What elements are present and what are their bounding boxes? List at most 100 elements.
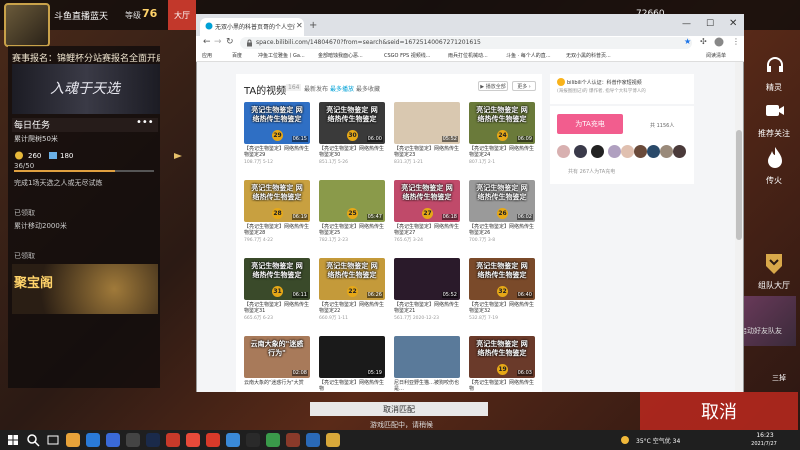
fan-avatar[interactable] bbox=[557, 145, 570, 158]
fan-avatar[interactable] bbox=[673, 145, 686, 158]
camera-icon[interactable] bbox=[764, 100, 786, 122]
app-icon[interactable] bbox=[246, 433, 260, 447]
play-all-button[interactable]: ▶ 播放全部 bbox=[478, 81, 508, 91]
video-thumbnail[interactable]: 亮记生物鉴定 网络热传生物鉴定 32 06:40 bbox=[469, 258, 535, 300]
video-thumbnail[interactable]: 亮记生物鉴定 网络热传生物鉴定 19 06:03 bbox=[469, 336, 535, 378]
forward-icon[interactable]: → bbox=[214, 37, 222, 47]
charge-button[interactable]: 为TA充电 bbox=[557, 114, 623, 134]
video-title[interactable]: 云南大象的"迷惑行为"大赏 bbox=[244, 380, 310, 386]
fan-avatar[interactable] bbox=[621, 145, 634, 158]
video-thumbnail[interactable]: 亮记生物鉴定 网络热传生物鉴定 30 06:00 bbox=[319, 102, 385, 144]
video-title[interactable]: 【亮记生物鉴定】网络热传生物鉴定28 bbox=[244, 224, 310, 236]
new-tab-icon[interactable]: + bbox=[309, 20, 317, 31]
more-button[interactable]: 更多 › bbox=[512, 81, 536, 91]
video-thumbnail[interactable]: 05:19 bbox=[319, 336, 385, 378]
cancel-button[interactable]: 取消 bbox=[640, 392, 798, 430]
cancel-match-button[interactable]: 取消匹配 bbox=[310, 402, 488, 416]
clock-time[interactable]: 16:23 bbox=[752, 432, 778, 439]
video-card[interactable]: 云南大象的"迷惑行为" 02:08 云南大象的"迷惑行为"大赏 bbox=[244, 336, 310, 398]
video-title[interactable]: 【亮记生物鉴定】网络热传生物 bbox=[469, 380, 535, 392]
app-icon[interactable] bbox=[306, 433, 320, 447]
maximize-icon[interactable]: ☐ bbox=[706, 19, 714, 29]
sort-most-favorited-tab[interactable]: 最多收藏 bbox=[356, 84, 380, 93]
app-icon[interactable] bbox=[166, 433, 180, 447]
sort-most-played-tab[interactable]: 最多播放 bbox=[330, 84, 354, 93]
video-thumbnail[interactable]: 亮记生物鉴定 网络热传生物鉴定 29 06:15 bbox=[244, 102, 310, 144]
video-thumbnail[interactable] bbox=[394, 336, 460, 378]
video-card[interactable]: 亮记生物鉴定 网络热传生物鉴定 19 06:03 【亮记生物鉴定】网络热传生物 bbox=[469, 336, 535, 398]
video-card[interactable]: 亮记生物鉴定 网络热传生物鉴定 32 06:40 【亮记生物鉴定】网络热传生物鉴定32… bbox=[469, 258, 535, 321]
fan-avatar[interactable] bbox=[660, 145, 673, 158]
friend-tile[interactable] bbox=[740, 296, 796, 346]
window-close-icon[interactable]: ✕ bbox=[729, 18, 737, 29]
back-icon[interactable]: ← bbox=[203, 37, 211, 47]
fire-icon[interactable] bbox=[765, 146, 785, 170]
video-card[interactable]: 05:19 【亮记生物鉴定】网络热传生物 bbox=[319, 336, 385, 398]
fan-avatar[interactable] bbox=[634, 145, 647, 158]
video-card[interactable]: 亮记生物鉴定 网络热传生物鉴定 26 06:02 【亮记生物鉴定】网络热传生物鉴定26… bbox=[469, 180, 535, 243]
video-thumbnail[interactable]: 25 05:47 bbox=[319, 180, 385, 222]
profile-icon[interactable] bbox=[714, 37, 724, 47]
event-title[interactable]: 赛事报名：锦鲤杯分站赛报名全面开启 bbox=[12, 51, 160, 64]
bookmark-baidu[interactable]: 百度 bbox=[232, 52, 242, 59]
task-view-icon[interactable] bbox=[46, 433, 60, 447]
video-thumbnail[interactable]: 亮记生物鉴定 网络热传生物鉴定 22 06:26 bbox=[319, 258, 385, 300]
video-card[interactable]: 05:52 【亮记生物鉴定】网络热传生物鉴定21 561.7万 2020-12-23 bbox=[394, 258, 460, 321]
daily-more-button[interactable]: ••• bbox=[136, 117, 154, 128]
video-title[interactable]: 【亮记生物鉴定】网络热传生物鉴定31 bbox=[244, 302, 310, 314]
reload-icon[interactable]: ↻ bbox=[226, 37, 234, 47]
video-card[interactable]: 尼日利亚野生猫…被狗咬伤也是… bbox=[394, 336, 460, 398]
video-thumbnail[interactable]: 亮记生物鉴定 网络热传生物鉴定 27 06:18 bbox=[394, 180, 460, 222]
video-title[interactable]: 【亮记生物鉴定】网络热传生物鉴定22 bbox=[319, 302, 385, 314]
clock-date[interactable]: 2021/7/27 bbox=[748, 441, 780, 447]
video-title[interactable]: 【亮记生物鉴定】网络热传生物鉴定24 bbox=[469, 146, 535, 158]
reading-list[interactable]: 阅读清单 bbox=[706, 52, 726, 59]
weather-icon[interactable] bbox=[618, 433, 632, 447]
bookmark-star-icon[interactable]: ★ bbox=[684, 37, 691, 46]
video-thumbnail[interactable]: 05:52 bbox=[394, 258, 460, 300]
bookmark-2[interactable]: 冲鱼工位雅鱼丨Ga... bbox=[258, 52, 305, 59]
video-title[interactable]: 【亮记生物鉴定】网络热传生物鉴定32 bbox=[469, 302, 535, 314]
video-title[interactable]: 【亮记生物鉴定】网络热传生物鉴定21 bbox=[394, 302, 460, 314]
edge-icon[interactable] bbox=[86, 433, 100, 447]
video-thumbnail[interactable]: 云南大象的"迷惑行为" 02:08 bbox=[244, 336, 310, 378]
extensions-icon[interactable]: ✣ bbox=[700, 37, 707, 46]
search-icon[interactable] bbox=[26, 433, 40, 447]
minimize-icon[interactable]: — bbox=[682, 19, 691, 29]
video-thumbnail[interactable]: 05:52 bbox=[394, 102, 460, 144]
fan-avatar[interactable] bbox=[591, 145, 604, 158]
bookmark-5[interactable]: 雨兵打位机械动... bbox=[448, 52, 488, 59]
video-card[interactable]: 亮记生物鉴定 网络热传生物鉴定 27 06:18 【亮记生物鉴定】网络热传生物鉴定27… bbox=[394, 180, 460, 243]
app-icon[interactable] bbox=[126, 433, 140, 447]
hall-tab[interactable]: 大厅 bbox=[168, 0, 196, 30]
video-card[interactable]: 亮记生物鉴定 网络热传生物鉴定 29 06:15 【亮记生物鉴定】网络热传生物鉴定29… bbox=[244, 102, 310, 165]
video-title[interactable]: 【亮记生物鉴定】网络热传生物鉴定29 bbox=[244, 146, 310, 158]
bookmark-6[interactable]: 斗鱼 · 每个人的直... bbox=[506, 52, 551, 59]
weather-text[interactable]: 35°C 空气优 34 bbox=[636, 436, 680, 445]
video-card[interactable]: 亮记生物鉴定 网络热传生物鉴定 30 06:00 【亮记生物鉴定】网络热传生物鉴定30… bbox=[319, 102, 385, 165]
fan-avatar[interactable] bbox=[608, 145, 621, 158]
headset-icon[interactable] bbox=[764, 54, 786, 76]
video-card[interactable]: 亮记生物鉴定 网络热传生物鉴定 28 06:19 【亮记生物鉴定】网络热传生物鉴定28… bbox=[244, 180, 310, 243]
file-explorer-icon[interactable] bbox=[66, 433, 80, 447]
video-title[interactable]: 【亮记生物鉴定】网络热传生物鉴定27 bbox=[394, 224, 460, 236]
video-title[interactable]: 尼日利亚野生猫…被狗咬伤也是… bbox=[394, 380, 460, 392]
team-hall-icon[interactable] bbox=[763, 252, 785, 276]
app-icon[interactable] bbox=[266, 433, 280, 447]
app-icon[interactable] bbox=[106, 433, 120, 447]
tab-close-icon[interactable]: ✕ bbox=[296, 21, 303, 30]
windows-start-icon[interactable] bbox=[6, 433, 20, 447]
bookmark-3[interactable]: 金部暗蚀我面心恶... bbox=[318, 52, 363, 59]
bookmark-apps[interactable]: 应用 bbox=[202, 52, 212, 59]
app-icon[interactable] bbox=[326, 433, 340, 447]
player-avatar[interactable] bbox=[4, 3, 50, 47]
video-card[interactable]: 亮记生物鉴定 网络热传生物鉴定 24 06:09 【亮记生物鉴定】网络热传生物鉴定24… bbox=[469, 102, 535, 165]
fan-avatar[interactable] bbox=[574, 145, 587, 158]
video-title[interactable]: 【亮记生物鉴定】网络热传生物 bbox=[319, 380, 385, 392]
menu-icon[interactable]: ⋮ bbox=[732, 37, 740, 46]
scrollbar-thumb[interactable] bbox=[736, 130, 742, 240]
video-card[interactable]: 亮记生物鉴定 网络热传生物鉴定 22 06:26 【亮记生物鉴定】网络热传生物鉴定22… bbox=[319, 258, 385, 321]
video-title[interactable]: 【亮记生物鉴定】网络热传生物鉴定26 bbox=[469, 224, 535, 236]
video-thumbnail[interactable]: 亮记生物鉴定 网络热传生物鉴定 31 06:11 bbox=[244, 258, 310, 300]
video-card[interactable]: 05:52 【亮记生物鉴定】网络热传生物鉴定23 831.3万 1-21 bbox=[394, 102, 460, 165]
